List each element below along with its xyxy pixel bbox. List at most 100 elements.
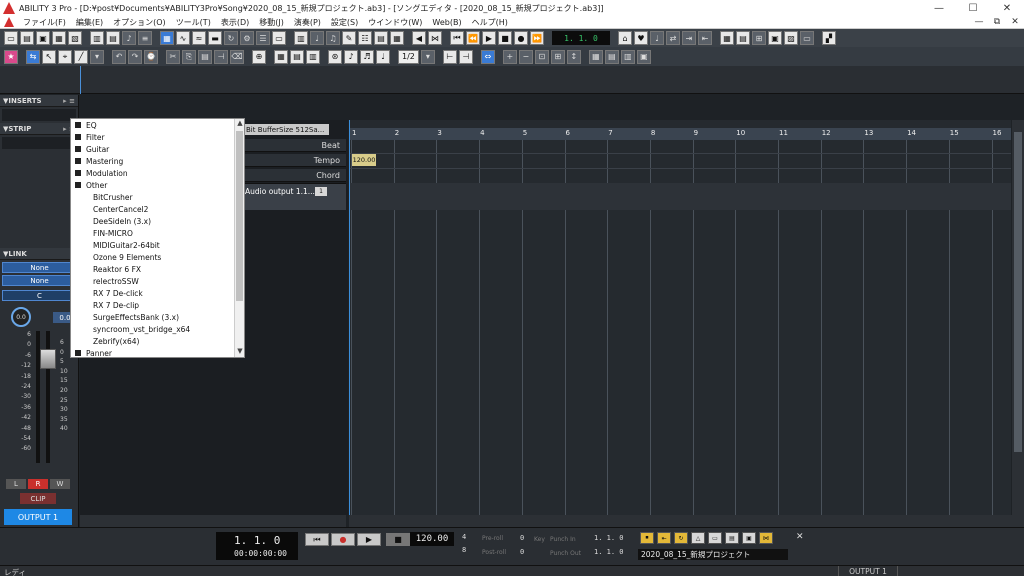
plugin-category[interactable]: Panner: [71, 347, 244, 359]
audio-lane[interactable]: [349, 183, 1011, 210]
rewind-icon[interactable]: ⏪: [466, 31, 480, 45]
edit-bar-icon[interactable]: ▭: [272, 31, 286, 45]
open-folder-icon[interactable]: ▤: [20, 31, 34, 45]
transport-counter[interactable]: 1. 1. 0 00:00:00:00: [216, 532, 298, 560]
marker-icon[interactable]: ⋈: [428, 31, 442, 45]
smart-tool-icon[interactable]: ⇆: [26, 49, 40, 64]
play-button[interactable]: ▶: [357, 533, 381, 546]
left-button[interactable]: L: [6, 479, 26, 489]
inserts-slot[interactable]: [2, 109, 76, 121]
plugin-item[interactable]: MIDIGuitar2-64bit: [71, 239, 244, 251]
zoom-fit-icon[interactable]: ⊡: [534, 49, 549, 64]
fx-icon[interactable]: ⚙: [240, 31, 254, 45]
song-editor-icon[interactable]: ▦: [160, 31, 174, 45]
expand-icon[interactable]: [75, 134, 81, 140]
mdi-close-button[interactable]: ✕: [1006, 17, 1024, 27]
window-toggle-icon[interactable]: ▣: [742, 532, 756, 544]
volume-fader-handle[interactable]: [40, 349, 56, 369]
record-button[interactable]: ●: [331, 533, 355, 546]
view-d-icon[interactable]: ▣: [636, 49, 651, 64]
keyboard-icon[interactable]: ▤: [736, 31, 750, 45]
menu-window[interactable]: ウインドウ(W): [363, 17, 427, 28]
split-icon[interactable]: ⊣: [214, 49, 228, 64]
count-in-icon[interactable]: ▤: [725, 532, 739, 544]
drum-icon[interactable]: ▤: [374, 31, 388, 45]
inserts-header[interactable]: ▼ INSERTS ▸ ≡: [0, 95, 78, 107]
export-icon[interactable]: ▧: [68, 31, 82, 45]
expand-icon[interactable]: [75, 158, 81, 164]
plugin-item[interactable]: FIN-MICRO: [71, 227, 244, 239]
punch-range-icon[interactable]: ⇤: [657, 532, 671, 544]
punch-in-value[interactable]: 1. 1. 0: [594, 534, 624, 542]
pencil-edit-icon[interactable]: ✎: [342, 31, 356, 45]
toolbar-record-icon[interactable]: ●: [514, 31, 528, 45]
region-end-icon[interactable]: ⊣: [458, 49, 473, 64]
maximize-button[interactable]: ☐: [956, 0, 990, 16]
read-button[interactable]: R: [28, 479, 48, 489]
zoom-in-icon[interactable]: +: [502, 49, 517, 64]
output-select-button[interactable]: OUTPUT 1: [4, 509, 72, 525]
postroll-value[interactable]: 0: [520, 548, 524, 556]
staff-icon[interactable]: ♪: [122, 31, 136, 45]
plugin-item[interactable]: CenterCancel2: [71, 203, 244, 215]
menu-settings[interactable]: 設定(S): [326, 17, 363, 28]
menu-help[interactable]: ヘルプ(H): [467, 17, 513, 28]
triplet-icon[interactable]: ♬: [360, 49, 374, 64]
arranger-icon[interactable]: ▦: [390, 31, 404, 45]
write-button[interactable]: W: [50, 479, 70, 489]
snap-target-icon[interactable]: ⊛: [328, 49, 342, 64]
score-icon[interactable]: ♩: [310, 31, 324, 45]
collapse-icon[interactable]: [75, 182, 81, 188]
metronome-toggle-icon[interactable]: △: [691, 532, 705, 544]
insert-icon[interactable]: ⊕: [252, 49, 266, 64]
midi-out-icon[interactable]: ⇤: [698, 31, 712, 45]
window-layout-icon[interactable]: ▣: [768, 31, 782, 45]
zoom-all-icon[interactable]: ⊞: [550, 49, 565, 64]
snap-icon[interactable]: ⊞: [752, 31, 766, 45]
track-height-icon[interactable]: ↕: [566, 49, 581, 64]
toolbar-play-icon[interactable]: ▶: [482, 31, 496, 45]
console-icon[interactable]: ▬: [208, 31, 222, 45]
list-edit-icon[interactable]: ☷: [358, 31, 372, 45]
vertical-scroll-thumb[interactable]: [1014, 132, 1022, 452]
app-menu-icon[interactable]: [4, 17, 14, 27]
link-none-1[interactable]: None: [2, 262, 77, 273]
scroll-up-icon[interactable]: ▲: [236, 119, 244, 129]
expand-icon[interactable]: [75, 146, 81, 152]
timeline-hscroll[interactable]: [349, 515, 1024, 527]
select-tool-icon[interactable]: ⌖: [58, 49, 72, 64]
plugin-category[interactable]: Other: [71, 179, 244, 191]
tempo-track[interactable]: Tempo: [244, 154, 346, 167]
plugin-category[interactable]: Modulation: [71, 167, 244, 179]
plugin-category[interactable]: Filter: [71, 131, 244, 143]
link-none-2[interactable]: None: [2, 275, 77, 286]
playback-cursor[interactable]: [349, 120, 350, 515]
audio-editor-icon[interactable]: ∿: [176, 31, 190, 45]
dotted-icon[interactable]: ♩: [376, 49, 390, 64]
audio-track-name[interactable]: Audio output 1.1...: [245, 187, 315, 196]
cut-icon[interactable]: ✂: [166, 49, 180, 64]
plugin-category[interactable]: Mastering: [71, 155, 244, 167]
beat-track[interactable]: Beat: [244, 139, 346, 152]
save-as-icon[interactable]: ▦: [52, 31, 66, 45]
paste-icon[interactable]: ▤: [198, 49, 212, 64]
mixer-icon[interactable]: ▥: [90, 31, 104, 45]
tempo-event[interactable]: 120.00: [352, 154, 376, 166]
pan-center-field[interactable]: C: [2, 290, 77, 301]
view-b-icon[interactable]: ▤: [604, 49, 619, 64]
plugin-category[interactable]: EQ: [71, 119, 244, 131]
track-list-hscroll[interactable]: [80, 515, 346, 527]
note-length-icon[interactable]: ♪: [344, 49, 358, 64]
piano-roll-icon[interactable]: ▤: [106, 31, 120, 45]
minimize-button[interactable]: —: [922, 0, 956, 16]
tool-dropdown-icon[interactable]: ▾: [90, 49, 104, 64]
heart-icon[interactable]: ♥: [634, 31, 648, 45]
redo-icon[interactable]: ↷: [128, 49, 142, 64]
rewind-button[interactable]: ⏮: [305, 533, 329, 546]
meter-numerator[interactable]: 4: [462, 533, 466, 541]
punch-out-value[interactable]: 1. 1. 0: [594, 548, 624, 556]
copy-icon[interactable]: ⎘: [182, 49, 196, 64]
plugin-item[interactable]: relectroSSW: [71, 275, 244, 287]
event-list-icon[interactable]: ≡: [138, 31, 152, 45]
project-name[interactable]: 2020_08_15_新規プロジェクト: [638, 549, 788, 560]
